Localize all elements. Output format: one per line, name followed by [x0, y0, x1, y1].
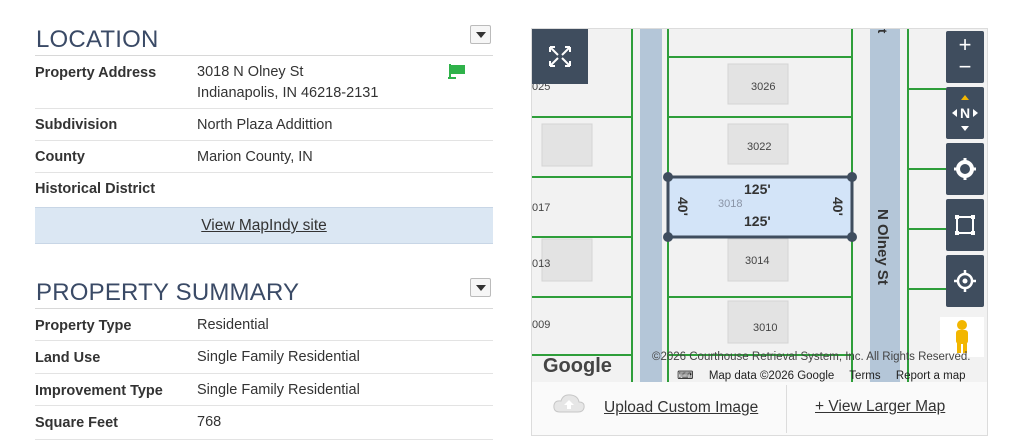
row-label: Property Type [35, 318, 132, 334]
terms-link[interactable]: Terms [849, 370, 880, 382]
row-improvement-type: Improvement Type Single Family Residenti… [35, 374, 493, 406]
lot-number: 3010 [753, 322, 777, 334]
parcel-vertex[interactable] [663, 232, 673, 242]
view-mapindy-link[interactable]: View MapIndy site [201, 217, 327, 234]
row-label: Square Feet [35, 415, 118, 431]
dimension-left: 40' [675, 197, 691, 216]
row-label: Land Use [35, 350, 101, 366]
row-value: 3018 N Olney St Indianapolis, IN 46218-2… [197, 62, 378, 104]
map-actions: Upload Custom Image + View Larger Map [532, 382, 987, 435]
row-subdivision: Subdivision North Plaza Addittion [35, 109, 493, 141]
dimension-top: 125' [744, 181, 771, 197]
row-county: County Marion County, IN [35, 141, 493, 173]
lot-number: 017 [532, 202, 550, 214]
fullscreen-icon [549, 46, 571, 67]
gear-icon [954, 158, 976, 180]
dimension-right: 40' [830, 197, 846, 216]
row-historical-district: Historical District [35, 173, 493, 206]
google-logo: Google [543, 355, 612, 377]
flag-icon[interactable] [447, 62, 467, 80]
row-property-address: Property Address 3018 N Olney St Indiana… [35, 56, 493, 109]
upload-custom-image-label: Upload Custom Image [604, 399, 759, 416]
row-label: Improvement Type [35, 383, 163, 399]
parcel-vertex[interactable] [663, 172, 673, 182]
compass-icon: N [952, 95, 978, 131]
row-value: Single Family Residential [197, 382, 360, 398]
row-label: Subdivision [35, 117, 118, 133]
row-value: Single Family Residential [197, 349, 360, 365]
zoom-out-button[interactable]: − [946, 54, 984, 80]
west-street [640, 29, 662, 382]
locate-icon [954, 270, 976, 292]
upload-custom-image-button[interactable]: Upload Custom Image [552, 392, 758, 419]
dimension-bottom: 125' [744, 213, 771, 229]
row-value: North Plaza Addittion [197, 117, 333, 133]
location-header: LOCATION [35, 20, 493, 56]
row-square-feet: Square Feet 768 [35, 406, 493, 440]
parcel-map: 3026 3022 3018 3014 3010 025 017 013 009… [532, 29, 984, 382]
row-property-type: Property Type Residential [35, 309, 493, 341]
compass-control[interactable]: N [946, 87, 984, 139]
fullscreen-button[interactable] [532, 29, 588, 84]
row-value: Residential [197, 317, 269, 333]
lot-number: 3014 [745, 255, 769, 267]
select-area-icon [955, 215, 975, 235]
svg-text:t: t [875, 29, 890, 34]
location-title: LOCATION [36, 26, 159, 53]
mapindy-bar: View MapIndy site [35, 207, 493, 244]
map-footer: ⌨ Map data ©2026 Google Terms Report a m… [677, 368, 987, 382]
parcel-vertex[interactable] [847, 232, 857, 242]
summary-header: PROPERTY SUMMARY [35, 273, 493, 309]
summary-title: PROPERTY SUMMARY [36, 279, 300, 306]
address-line2: Indianapolis, IN 46218-2131 [197, 85, 379, 101]
north-olney-street [870, 29, 900, 382]
divider [786, 385, 787, 433]
row-value: Marion County, IN [197, 149, 313, 165]
select-area-button[interactable] [946, 199, 984, 251]
zoom-control: + − [946, 31, 984, 83]
lot-number: 009 [532, 319, 550, 331]
view-larger-map-link[interactable]: + View Larger Map [815, 398, 945, 416]
summary-collapse-button[interactable] [470, 278, 491, 297]
street-label: N Olney St [874, 209, 891, 285]
row-label: County [35, 149, 85, 165]
settings-button[interactable] [946, 143, 984, 195]
locate-button[interactable] [946, 255, 984, 307]
map-widget: 3026 3022 3018 3014 3010 025 017 013 009… [531, 28, 988, 436]
address-line1: 3018 N Olney St [197, 64, 304, 80]
map-data-text: Map data ©2026 Google [708, 370, 835, 382]
location-collapse-button[interactable] [470, 25, 491, 44]
row-land-use: Land Use Single Family Residential [35, 341, 493, 374]
keyboard-icon[interactable]: ⌨ [677, 370, 694, 382]
row-label: Property Address [35, 65, 157, 81]
row-label: Historical District [35, 181, 156, 197]
lot-number: 3026 [751, 81, 775, 93]
lot-number: 3022 [747, 141, 771, 153]
map-canvas[interactable]: 3026 3022 3018 3014 3010 025 017 013 009… [532, 29, 987, 382]
map-attribution: ©2026 Courthouse Retrieval System, Inc. … [652, 351, 971, 363]
lot-number: 3018 [718, 198, 742, 210]
parcel-vertex[interactable] [847, 172, 857, 182]
row-value: 768 [197, 414, 222, 430]
cloud-upload-icon [553, 394, 585, 413]
lot-number: 013 [532, 258, 550, 270]
compass-label: N [960, 105, 970, 121]
